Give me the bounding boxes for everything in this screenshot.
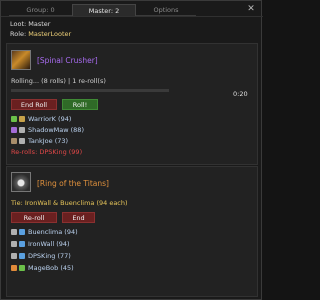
candidate-score: (88) <box>70 126 84 134</box>
spec-icon <box>19 138 25 144</box>
candidate-score: (73) <box>54 137 69 145</box>
loot-value: Master <box>28 20 51 28</box>
candidate-score: (94) <box>64 228 78 236</box>
candidate-row: Buenclima (94) <box>11 227 78 237</box>
tab-group[interactable]: Group: 0 <box>9 4 72 16</box>
item-name[interactable]: [Ring of the Titans] <box>37 179 109 188</box>
item-name[interactable]: [Spinal Crusher] <box>37 56 98 65</box>
candidate-score: (45) <box>60 264 74 272</box>
candidate-row: TankJoe (73) <box>11 136 68 146</box>
class-icon <box>11 138 17 144</box>
candidate-name: ShadowMaw <box>28 126 69 134</box>
spec-icon <box>19 116 25 122</box>
tab-master[interactable]: Master: 2 <box>72 4 136 16</box>
candidate-name: TankJoe <box>28 137 53 145</box>
close-icon[interactable]: ✕ <box>246 5 256 15</box>
candidate-row: DPSKing (77) <box>11 251 71 261</box>
item-panel-spinal-crusher: [Spinal Crusher] Rolling... (8 rolls) | … <box>6 43 258 165</box>
tie-text: Tie: IronWall & Buenclima (94 each) <box>11 199 128 207</box>
role-value: MasterLooter <box>28 30 72 38</box>
roll-status: Rolling... (8 rolls) | 1 re-roll(s) <box>11 77 106 85</box>
end-button[interactable]: End <box>62 212 95 223</box>
candidate-score: (94) <box>58 115 72 123</box>
roll-timer: 0:20 <box>233 90 248 98</box>
roll-progress-bar <box>11 89 169 92</box>
class-icon <box>11 253 17 259</box>
spec-icon <box>19 265 25 271</box>
re-roll-button[interactable]: Re-roll <box>11 212 57 223</box>
spec-icon <box>19 229 25 235</box>
class-icon <box>11 241 17 247</box>
candidate-name: Buenclima <box>28 228 63 236</box>
roll-button[interactable]: Roll! <box>62 99 98 110</box>
class-icon <box>11 116 17 122</box>
item-panel-ring-of-the-titans: [Ring of the Titans] Tie: IronWall & Bue… <box>6 166 258 297</box>
loot-window: Group: 0 Master: 2 Options ✕ Loot: Maste… <box>0 0 263 300</box>
candidate-row: MageBob (45) <box>11 263 74 273</box>
tab-options[interactable]: Options <box>136 4 196 16</box>
spec-icon <box>19 241 25 247</box>
candidate-score: (94) <box>56 240 70 248</box>
candidate-score: (77) <box>57 252 71 260</box>
end-roll-button[interactable]: End Roll <box>11 99 57 110</box>
candidate-name: WarriorK <box>28 115 56 123</box>
spec-icon <box>19 253 25 259</box>
loot-method: Loot: Master <box>10 20 50 28</box>
ring-icon[interactable] <box>11 172 31 192</box>
class-icon <box>11 229 17 235</box>
candidate-name: DPSKing <box>28 252 56 260</box>
candidate-name: MageBob <box>28 264 59 272</box>
candidate-name: IronWall <box>28 240 55 248</box>
tab-bar: Group: 0 Master: 2 Options <box>9 4 196 16</box>
class-icon <box>11 265 17 271</box>
candidate-row: IronWall (94) <box>11 239 70 249</box>
loot-label: Loot: <box>10 20 27 28</box>
candidate-row: WarriorK (94) <box>11 114 71 124</box>
mace-icon[interactable] <box>11 50 31 70</box>
candidate-row: ShadowMaw (88) <box>11 125 84 135</box>
spec-icon <box>19 127 25 133</box>
role-label: Role: <box>10 30 27 38</box>
role-line: Role: MasterLooter <box>10 30 71 38</box>
tab-divider <box>1 16 263 17</box>
rerolls-text: Re-rolls: DPSKing (99) <box>11 148 83 156</box>
class-icon <box>11 127 17 133</box>
